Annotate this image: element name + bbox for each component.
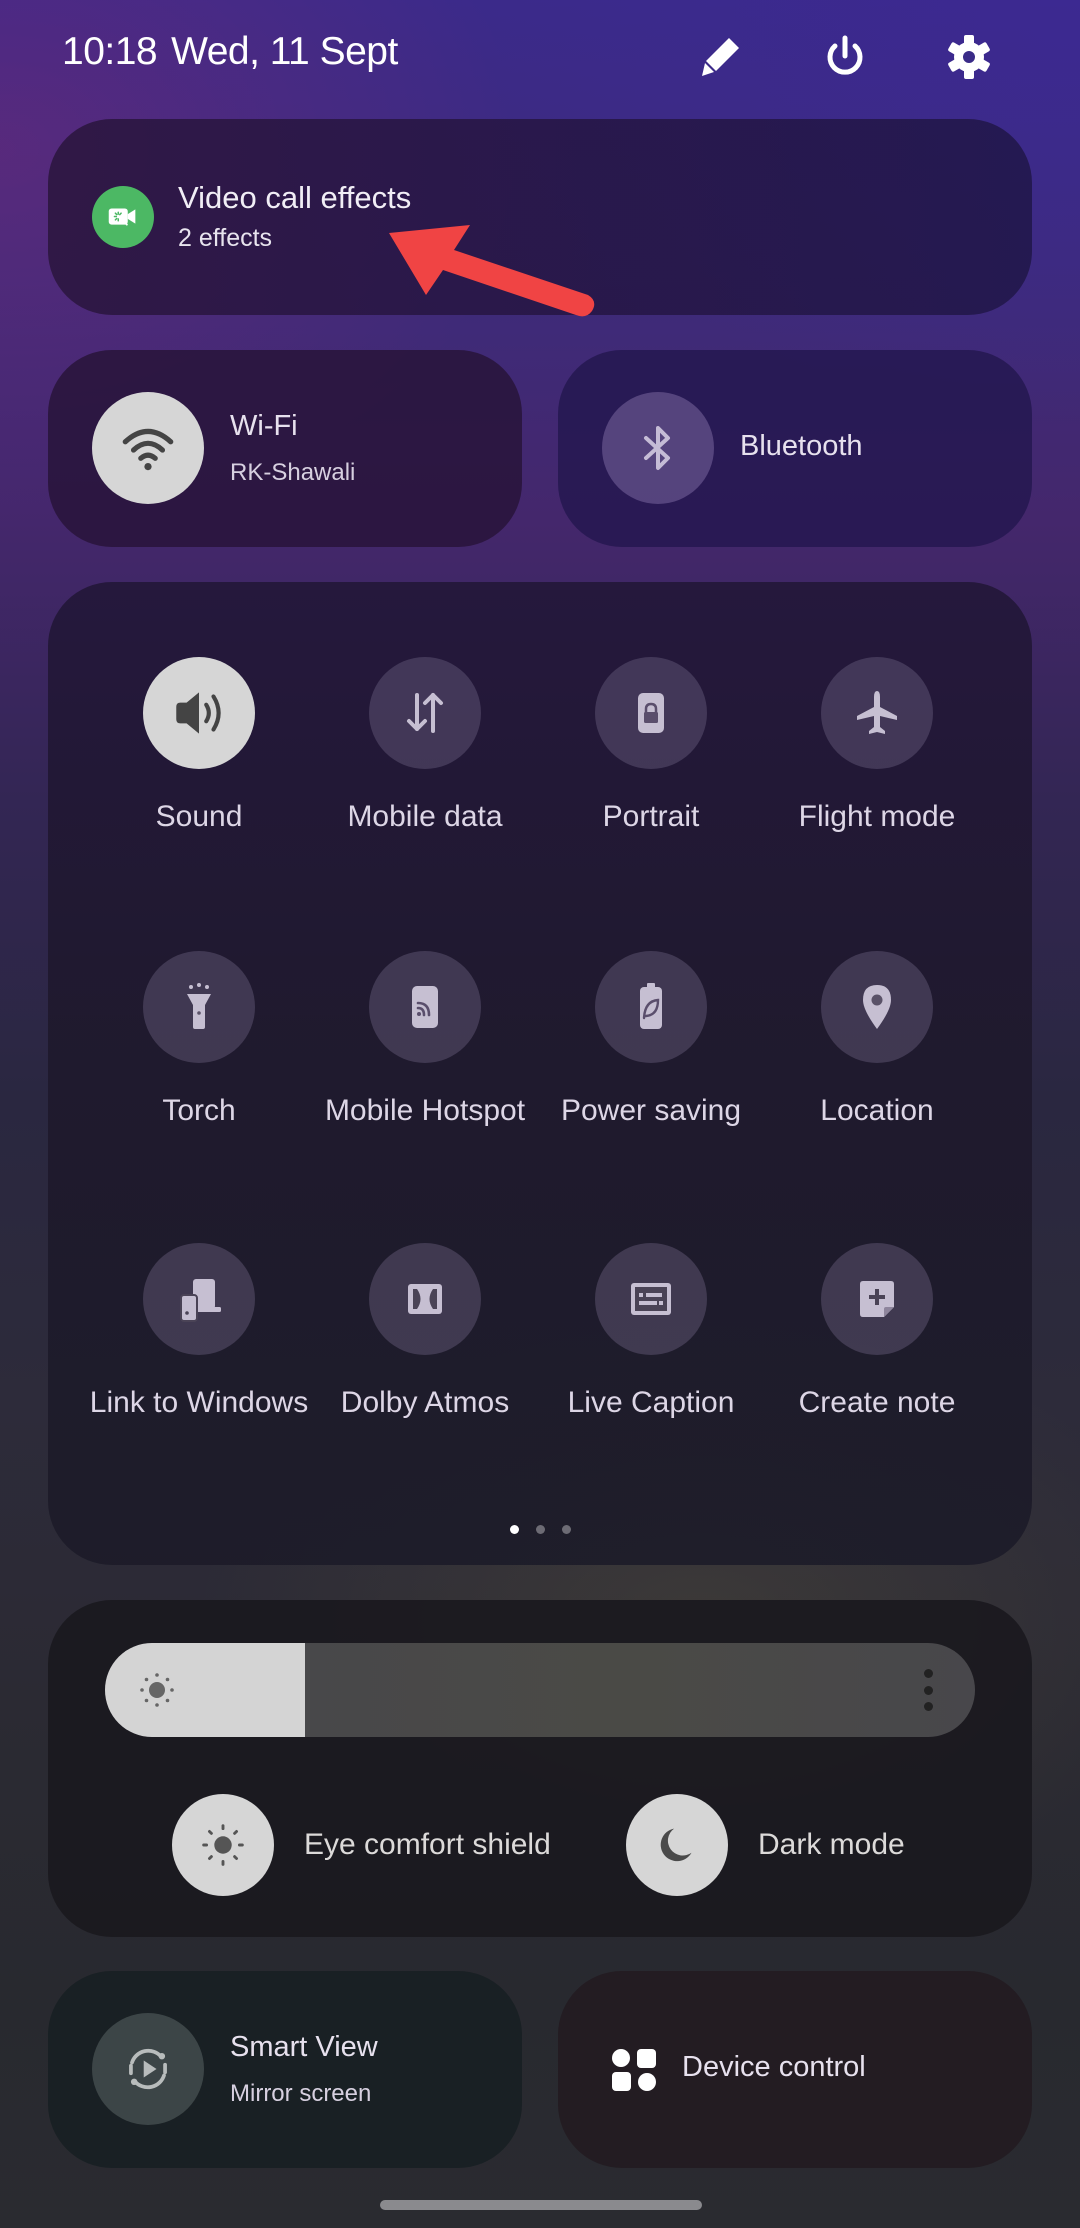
annotation-arrow [389,225,595,317]
video-call-effects-count: 2 effects [178,224,273,252]
video-call-effects-title: Video call effects [178,180,412,215]
device-control-icon [612,2049,656,2091]
power-saving-icon [640,983,662,1029]
mobile-data-icon [407,693,443,733]
mobile-hotspot-toggle[interactable] [369,951,481,1063]
torch-toggle[interactable] [143,951,255,1063]
power-button[interactable] [818,30,872,84]
bluetooth-toggle[interactable] [602,392,714,504]
tile-label: Live Caption [567,1386,735,1419]
eye-comfort-label: Eye comfort shield [304,1828,551,1861]
more-vertical-icon [923,1669,933,1678]
tile-create-note[interactable]: Create note [764,1243,990,1503]
brightness-panel: Eye comfort shield Dark mode [48,1600,1032,1937]
tile-power-saving[interactable]: Power saving [538,951,764,1211]
smart-view-tile[interactable]: Smart View Mirror screen [48,1971,522,2168]
eye-comfort-icon [202,1824,244,1866]
live-caption-icon [631,1283,671,1315]
link-to-windows-toggle[interactable] [143,1243,255,1355]
smart-view-subtitle: Mirror screen [230,2080,372,2107]
wifi-icon [122,428,174,471]
date-text: Wed, 11 Sept [171,30,398,73]
page-dot-1[interactable] [509,1525,519,1534]
tile-location[interactable]: Location [764,951,990,1211]
location-toggle[interactable] [821,951,933,1063]
tile-label: Dolby Atmos [340,1386,510,1419]
eye-comfort-shield-toggle[interactable]: Eye comfort shield [172,1794,551,1896]
bluetooth-tile[interactable]: Bluetooth [558,350,1032,547]
clock-date: 10:18 Wed, 11 Sept [62,30,398,74]
tile-label: Create note [798,1386,956,1419]
smart-view-button[interactable] [92,2013,204,2125]
dark-mode-toggle[interactable]: Dark mode [626,1794,905,1896]
settings-button[interactable] [942,30,996,84]
settings-gear-icon [948,35,990,79]
video-call-effects-icon [92,186,154,248]
smart-view-icon [129,2048,167,2090]
device-control-label: Device control [682,2051,866,2083]
power-icon [827,35,863,75]
tile-dolby-atmos[interactable]: Dolby Atmos [312,1243,538,1503]
dark-mode-button[interactable] [626,1794,728,1896]
brightness-more-button[interactable] [921,1669,935,1711]
smart-view-label: Smart View [230,2031,378,2063]
hotspot-icon [412,986,438,1028]
bluetooth-label: Bluetooth [740,430,863,462]
portrait-toggle[interactable] [595,657,707,769]
edit-button[interactable] [694,30,748,84]
tile-label: Sound [155,800,243,833]
clock-time: 10:18 [62,30,158,73]
brightness-sun-icon [140,1673,174,1707]
tile-mobile-data[interactable]: Mobile data [312,657,538,917]
brightness-slider[interactable] [105,1643,975,1737]
dark-mode-label: Dark mode [758,1828,905,1861]
wifi-tile[interactable]: Wi-Fi RK-Shawali [48,350,522,547]
tile-label: Power saving [560,1094,742,1127]
sound-toggle[interactable] [143,657,255,769]
tile-link-to-windows[interactable]: Link to Windows [86,1243,312,1503]
tile-label: Torch [162,1094,236,1127]
wifi-label: Wi-Fi [230,410,298,442]
page-indicator [48,1525,1032,1534]
sound-icon [176,692,221,734]
page-dot-2[interactable] [535,1525,545,1534]
wifi-network-name: RK-Shawali [230,459,356,486]
mobile-data-toggle[interactable] [369,657,481,769]
tile-label: Location [820,1094,934,1127]
tile-label: Flight mode [798,800,956,833]
tile-label: Mobile data [347,800,503,833]
page-dot-3[interactable] [561,1525,571,1534]
airplane-icon [857,691,897,734]
device-control-tile[interactable]: Device control [558,1971,1032,2168]
wifi-toggle[interactable] [92,392,204,504]
flight-mode-toggle[interactable] [821,657,933,769]
torch-icon [187,983,211,1029]
location-pin-icon [863,985,891,1029]
tile-label: Portrait [602,800,700,833]
home-gesture-bar[interactable] [380,2200,702,2210]
dolby-atmos-toggle[interactable] [369,1243,481,1355]
tile-portrait[interactable]: Portrait [538,657,764,917]
link-to-windows-icon [180,1279,221,1322]
portrait-lock-icon [638,693,664,733]
dolby-icon [408,1284,442,1314]
tile-mobile-hotspot[interactable]: Mobile Hotspot [312,951,538,1211]
tile-label: Link to Windows [89,1386,309,1419]
moon-icon [660,1828,692,1862]
bluetooth-icon [644,426,670,470]
edit-pencil-icon [702,38,739,76]
quick-settings-grid: Sound Mobile data Portrait Flight mode T… [48,582,1032,1565]
tile-torch[interactable]: Torch [86,951,312,1211]
create-note-icon [860,1281,894,1317]
tile-live-caption[interactable]: Live Caption [538,1243,764,1503]
live-caption-toggle[interactable] [595,1243,707,1355]
tile-sound[interactable]: Sound [86,657,312,917]
power-saving-toggle[interactable] [595,951,707,1063]
tile-label: Mobile Hotspot [324,1094,526,1127]
create-note-toggle[interactable] [821,1243,933,1355]
eye-comfort-button[interactable] [172,1794,274,1896]
tile-flight-mode[interactable]: Flight mode [764,657,990,917]
status-header: 10:18 Wed, 11 Sept [0,0,1080,110]
